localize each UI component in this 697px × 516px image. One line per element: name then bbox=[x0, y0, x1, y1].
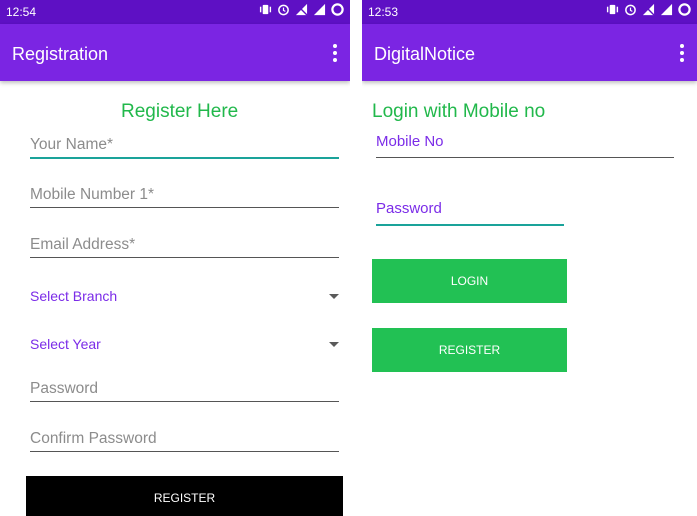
confirm-password-field[interactable]: Confirm Password bbox=[30, 426, 339, 452]
email-field[interactable]: Email Address* bbox=[30, 232, 339, 258]
data-saver-icon bbox=[331, 3, 344, 16]
app-bar: Registration bbox=[0, 24, 350, 81]
confirm-password-field-hint: Confirm Password bbox=[30, 430, 157, 447]
status-bar: 12:54 bbox=[0, 0, 350, 24]
overflow-menu-icon[interactable] bbox=[675, 44, 689, 64]
mobile-number-field[interactable]: Mobile Number 1* bbox=[30, 182, 339, 208]
alarm-icon bbox=[625, 4, 636, 16]
signal-icon bbox=[313, 3, 326, 16]
register-button[interactable]: REGISTER bbox=[372, 328, 567, 372]
login-screen: 12:53 DigitalNotice Login with Mobile no… bbox=[362, 0, 697, 516]
app-title: Registration bbox=[12, 44, 109, 64]
signal-icon bbox=[660, 3, 673, 16]
name-field-hint: Your Name* bbox=[30, 136, 114, 153]
alarm-icon bbox=[278, 4, 289, 16]
branch-select-label: Select Branch bbox=[30, 288, 118, 304]
app-bar: DigitalNotice bbox=[362, 24, 697, 81]
status-time: 12:53 bbox=[368, 5, 399, 19]
login-button[interactable]: LOGIN bbox=[372, 259, 567, 303]
email-field-hint: Email Address* bbox=[30, 236, 136, 253]
mobile-number-field[interactable]: Mobile No bbox=[376, 128, 674, 158]
no-sim-icon bbox=[295, 3, 308, 16]
password-field[interactable]: Password bbox=[376, 196, 564, 226]
name-field[interactable]: Your Name* bbox=[30, 133, 339, 159]
overflow-menu-icon[interactable] bbox=[328, 44, 342, 64]
vibrate-icon bbox=[259, 4, 272, 15]
no-sim-icon bbox=[642, 3, 655, 16]
data-saver-icon bbox=[678, 3, 691, 16]
branch-select[interactable]: Select Branch bbox=[30, 286, 339, 308]
status-time: 12:54 bbox=[6, 5, 37, 19]
status-icons bbox=[259, 3, 344, 16]
password-field[interactable]: Password bbox=[30, 376, 339, 402]
dropdown-arrow-icon bbox=[329, 342, 339, 347]
app-title: DigitalNotice bbox=[374, 44, 476, 64]
mobile-number-field-hint: Mobile Number 1* bbox=[30, 186, 155, 203]
password-field-hint: Password bbox=[376, 200, 442, 217]
status-bar: 12:53 bbox=[362, 0, 697, 24]
mobile-number-field-hint: Mobile No bbox=[376, 133, 444, 150]
year-select-label: Select Year bbox=[30, 336, 101, 352]
page-heading: Register Here bbox=[121, 101, 239, 122]
password-field-hint: Password bbox=[30, 380, 99, 397]
year-select[interactable]: Select Year bbox=[30, 334, 339, 356]
register-button[interactable]: REGISTER bbox=[26, 476, 343, 516]
status-icons bbox=[606, 3, 691, 16]
vibrate-icon bbox=[606, 4, 619, 15]
page-heading: Login with Mobile no bbox=[372, 101, 546, 122]
dropdown-arrow-icon bbox=[329, 294, 339, 299]
registration-screen: 12:54 Registration Register Here Your Na… bbox=[0, 0, 350, 516]
